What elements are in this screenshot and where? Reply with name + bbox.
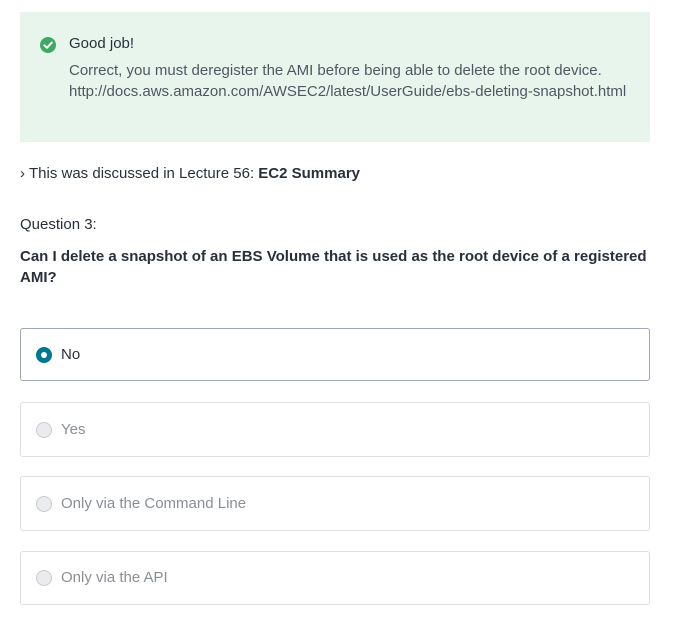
answer-option-label: Yes: [61, 421, 86, 438]
feedback-banner: Good job! Correct, you must deregister t…: [20, 12, 650, 142]
answer-option-api[interactable]: Only via the API: [20, 551, 650, 605]
radio-unselected-icon[interactable]: [36, 496, 52, 512]
answer-option-command-line[interactable]: Only via the Command Line: [20, 476, 650, 531]
answer-option-label: Only via the API: [61, 569, 168, 586]
check-circle-icon: [40, 37, 56, 53]
radio-unselected-icon[interactable]: [36, 422, 52, 438]
question-text: Can I delete a snapshot of an EBS Volume…: [20, 248, 647, 286]
chevron-right-icon: ›: [20, 165, 25, 182]
radio-unselected-icon[interactable]: [36, 570, 52, 586]
answer-option-no[interactable]: No: [20, 328, 650, 381]
lecture-reference-prefix: This was discussed in Lecture 56:: [29, 165, 255, 182]
feedback-title: Good job!: [69, 35, 135, 52]
answer-option-label: No: [61, 346, 81, 363]
radio-selected-icon[interactable]: [36, 347, 52, 363]
lecture-name[interactable]: EC2 Summary: [258, 165, 360, 182]
answer-option-yes[interactable]: Yes: [20, 402, 650, 457]
lecture-reference[interactable]: › This was discussed in Lecture 56: EC2 S…: [20, 164, 360, 184]
feedback-body: Correct, you must deregister the AMI bef…: [69, 62, 627, 100]
answer-option-label: Only via the Command Line: [61, 495, 247, 512]
question-number: Question 3:: [20, 216, 97, 233]
